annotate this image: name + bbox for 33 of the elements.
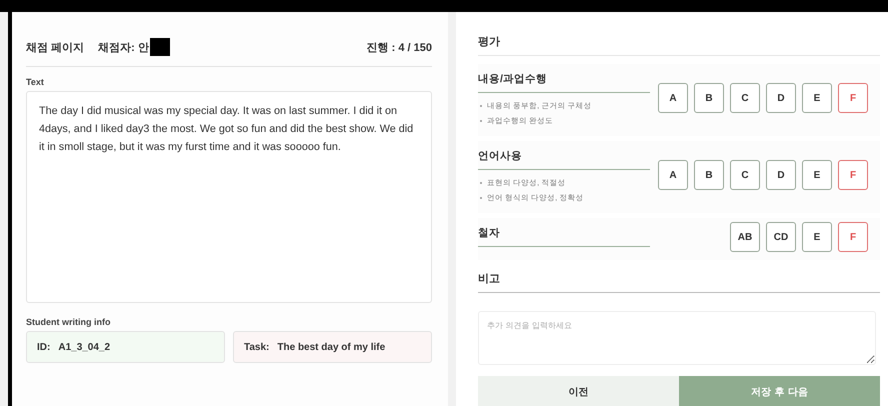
progress-text: 진행 : 4 / 150	[366, 40, 432, 54]
grade-button[interactable]: F	[838, 160, 868, 190]
grade-button[interactable]: E	[802, 160, 832, 190]
grade-button[interactable]: E	[802, 83, 832, 113]
grade-button[interactable]: B	[694, 83, 724, 113]
remarks-title: 비고	[478, 265, 880, 293]
previous-button[interactable]: 이전	[478, 376, 679, 406]
grade-button[interactable]: E	[802, 222, 832, 252]
page-title: 채점 페이지	[26, 40, 84, 54]
grade-button[interactable]: C	[730, 160, 760, 190]
grade-button[interactable]: D	[766, 160, 796, 190]
grade-button[interactable]: B	[694, 160, 724, 190]
essay-text: The day I did musical was my special day. It was on last summer. I did it on 4days, and I liked day3 the most. We got so fun and did the best show. We did it in smoll stage, but it was my furst time and it was sooooo fun.	[26, 91, 432, 303]
section-label: Text	[26, 77, 45, 87]
grade-button[interactable]: F	[838, 222, 868, 252]
grade-button[interactable]: CD	[766, 222, 796, 252]
id-label: ID:	[37, 342, 50, 352]
grade-button[interactable]: F	[838, 83, 868, 113]
criterion-title: 내용/과업수행	[478, 68, 650, 93]
id-value: A1_3_04_2	[58, 342, 110, 352]
grade-button[interactable]: A	[658, 83, 688, 113]
grade-button[interactable]: D	[766, 83, 796, 113]
criterion-title: 철자	[478, 222, 650, 247]
task-label: Task:	[244, 342, 270, 352]
grader-name: 채점자: 안	[98, 40, 149, 54]
remarks-field[interactable]: 추가 의견을 입력하세요	[478, 311, 876, 365]
criterion-title: 언어사용	[478, 145, 650, 170]
grade-button[interactable]: A	[658, 160, 688, 190]
grade-button[interactable]: AB	[730, 222, 760, 252]
section-label: Student writing info	[26, 317, 112, 327]
evaluation-title: 평가	[478, 34, 880, 56]
grade-button[interactable]: C	[730, 83, 760, 113]
task-value: The best day of my life	[277, 342, 386, 352]
